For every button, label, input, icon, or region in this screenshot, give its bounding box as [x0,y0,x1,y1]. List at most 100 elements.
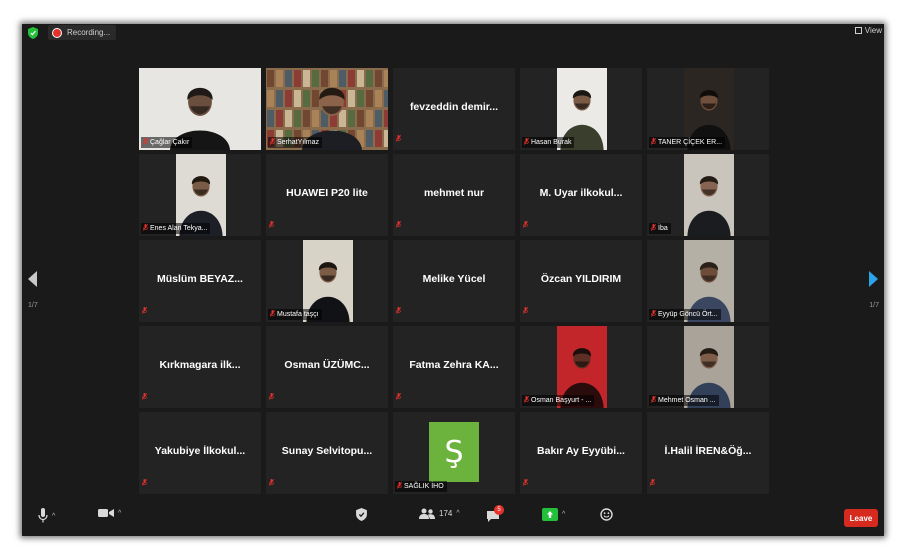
participants-button[interactable]: 174 ^ [419,508,460,519]
participant-name-label: Osman Başyurt - ... [522,395,595,406]
view-label: View [864,26,882,35]
participant-name: İ.Halil İREN&Öğ... [664,445,752,457]
participant-tile[interactable]: Müslüm BEYAZ... [139,240,261,322]
muted-microphone-icon [396,215,401,233]
video-button[interactable]: ^ [98,508,121,518]
participant-tile[interactable]: Kırkmagara ilk... [139,326,261,408]
participant-name-label: TANER ÇİÇEK ER... [649,137,726,148]
participant-tile[interactable]: Sunay Selvitopu... [266,412,388,494]
muted-microphone-icon [651,310,656,319]
leave-button[interactable]: Leave [844,509,878,527]
muted-microphone-icon [270,310,275,319]
muted-microphone-icon [523,473,528,491]
participant-tile[interactable]: M. Uyar ilkokul... [520,154,642,236]
participant-tile[interactable]: Bakır Ay Eyyübi... [520,412,642,494]
participant-name: Hasan Burak [531,139,572,146]
participant-tile[interactable]: Özcan YILDIRIM [520,240,642,322]
participant-name-label: SerhatYılmaz [268,137,323,148]
view-button[interactable]: View [854,26,882,35]
participant-name: Çağlar Çakır [150,139,190,146]
gallery-grid: Çağlar Çakır SerhatYılmaz fevzeddin demir.… [139,68,771,498]
participant-tile[interactable]: Mehmet Osman ... [647,326,769,408]
participant-name: Müslüm BEYAZ... [157,273,243,285]
participant-name-label: Çağlar Çakır [141,137,193,148]
participant-name-label: Hasan Burak [522,137,575,148]
top-bar: Recording... View [22,24,884,42]
previous-page-arrow-icon[interactable] [28,271,37,287]
participant-tile[interactable]: Hasan Burak [520,68,642,150]
muted-microphone-icon [142,387,147,405]
participant-name-label: Eyyüp Göncü Ört... [649,309,721,320]
participant-tile[interactable]: İba [647,154,769,236]
mute-button[interactable]: ^ [38,508,55,524]
participant-tile[interactable]: Fatma Zehra KA... [393,326,515,408]
participant-name: Bakır Ay Eyyübi... [537,445,625,457]
participant-tile[interactable]: Melike Yücel [393,240,515,322]
participant-tile[interactable]: Çağlar Çakır [139,68,261,150]
muted-microphone-icon [650,473,655,491]
participant-name-label: Enes Alan Tekya... [141,223,211,234]
page-indicator-left: 1/7 [28,302,38,309]
participant-name: Sunay Selvitopu... [281,445,373,457]
participants-options-caret-icon[interactable]: ^ [456,510,459,517]
participant-name: Fatma Zehra KA... [409,359,499,371]
participant-tile[interactable]: Osman Başyurt - ... [520,326,642,408]
participant-name: Melike Yücel [422,273,486,285]
muted-microphone-icon [396,301,401,319]
participant-name: Mustafa taşçı [277,311,319,318]
participants-icon [419,508,435,519]
video-options-caret-icon[interactable]: ^ [118,510,121,517]
chat-button[interactable]: 5 [486,505,504,522]
muted-microphone-icon [523,301,528,319]
muted-microphone-icon [651,138,656,147]
muted-microphone-icon [397,482,402,491]
share-screen-icon [542,508,558,521]
participant-tile[interactable]: HUAWEI P20 lite [266,154,388,236]
participant-tile[interactable]: Ş SAĞLIK İHO [393,412,515,494]
participant-tile[interactable]: TANER ÇİÇEK ER... [647,68,769,150]
participant-tile[interactable]: Osman ÜZÜMC... [266,326,388,408]
next-page-arrow-icon[interactable] [869,271,878,287]
muted-microphone-icon [143,224,148,233]
participant-tile[interactable]: Mustafa taşçı [266,240,388,322]
participant-tile[interactable]: İ.Halil İREN&Öğ... [647,412,769,494]
security-button[interactable] [356,508,367,521]
participant-name-label: İba [649,223,671,234]
participant-name: SerhatYılmaz [277,139,320,146]
security-shield-icon[interactable] [28,27,38,39]
participant-tile[interactable]: Yakubiye İlkokul... [139,412,261,494]
participant-name-label: Mustafa taşçı [268,309,322,320]
participant-tile[interactable]: SerhatYılmaz [266,68,388,150]
participant-name: SAĞLIK İHO [404,483,444,490]
participant-tile[interactable]: Eyyüp Göncü Ört... [647,240,769,322]
participant-tile[interactable]: Enes Alan Tekya... [139,154,261,236]
camera-icon [98,509,114,517]
recording-indicator[interactable]: Recording... [48,25,117,40]
share-options-caret-icon[interactable]: ^ [562,511,565,518]
participant-name-label: SAĞLIK İHO [395,481,447,492]
zoom-window: Recording... View 1/7 1/7 Çağlar Çakır Se… [22,24,884,536]
meeting-toolbar: ^ ^ 174 ^ 5 ^ Leave [22,500,884,536]
muted-microphone-icon [396,129,401,147]
reactions-button[interactable] [600,508,613,521]
security-icon [356,508,367,521]
muted-microphone-icon [143,138,148,147]
chat-badge: 5 [494,505,504,515]
audio-options-caret-icon[interactable]: ^ [52,513,55,520]
participant-logo: Ş [429,422,479,482]
participant-tile[interactable]: fevzeddin demir... [393,68,515,150]
reactions-icon [600,508,613,521]
recording-label: Recording... [67,28,111,37]
participant-name-label: Mehmet Osman ... [649,395,719,406]
muted-microphone-icon [142,301,147,319]
participant-name: fevzeddin demir... [409,101,499,113]
participant-name: İba [658,225,668,232]
muted-microphone-icon [523,215,528,233]
share-screen-button[interactable]: ^ [542,508,565,521]
participant-name: Eyyüp Göncü Ört... [658,311,718,318]
grid-view-icon [854,27,862,34]
participant-tile[interactable]: mehmet nur [393,154,515,236]
muted-microphone-icon [269,473,274,491]
participant-name: HUAWEI P20 lite [286,187,368,199]
muted-microphone-icon [396,387,401,405]
